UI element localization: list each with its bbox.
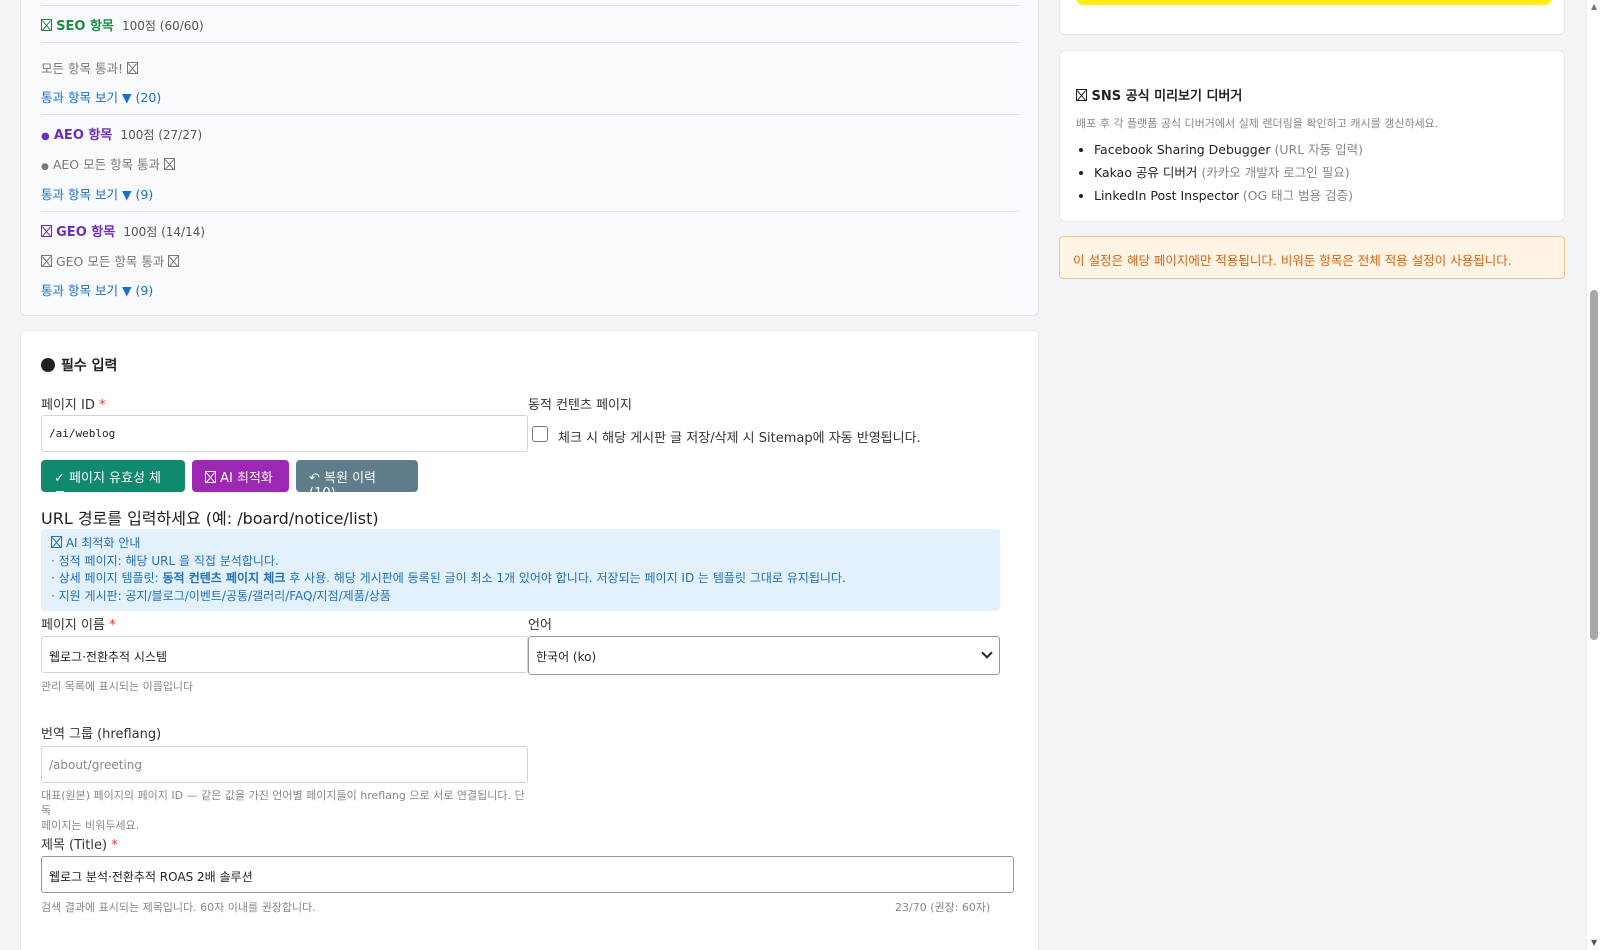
geo-toggle-passed[interactable]: 통과 항목 보기 ▼ (9) — [41, 280, 153, 299]
dynamic-content-label: 동적 컨텐츠 페이지 — [528, 398, 632, 413]
sns-desc: 배포 후 각 플랫폼 공식 디버거에서 실제 렌더링을 확인하고 캐시를 갱신하… — [1076, 117, 1439, 130]
required-input-form: 필수 입력 페이지 ID * /ai/weblog 동적 컨텐츠 페이지 체크 … — [20, 330, 1039, 950]
aeo-section-header: ● AEO 항목 100점 (27/27) — [41, 124, 202, 143]
restore-history-button[interactable]: ↶ 복원 이력 (10) — [296, 460, 418, 501]
seo-icon — [41, 19, 52, 31]
robot-icon: ● — [41, 162, 49, 172]
ai-info-box: AI 최적화 안내 · 정적 페이지: 해당 URL 을 직접 분석합니다. ·… — [41, 529, 1000, 611]
aeo-message: ● AEO 모든 항목 통과 — [41, 154, 176, 173]
kakao-share-button[interactable] — [1076, 0, 1552, 5]
vertical-scrollbar[interactable]: ▲ ▼ — [1586, 0, 1600, 950]
seo-title: SEO 항목 — [56, 19, 114, 34]
scrollbar-thumb[interactable] — [1590, 290, 1598, 640]
chevron-down-icon — [981, 647, 993, 659]
dynamic-content-desc: 체크 시 해당 게시판 글 저장/삭제 시 Sitemap에 자동 반영됩니다. — [558, 431, 921, 446]
sns-debugger-card: SNS 공식 미리보기 디버거 배포 후 각 플랫폼 공식 디버거에서 실제 렌… — [1059, 50, 1565, 222]
geo-message: GEO 모든 항목 통과 — [41, 251, 180, 270]
geo-score: 100점 (14/14) — [123, 225, 206, 239]
aeo-title: AEO 항목 — [53, 128, 113, 143]
triangle-down-icon: ▼ — [121, 283, 132, 298]
info-title: AI 최적화 안내 — [51, 535, 990, 553]
triangle-down-icon: ▼ — [121, 90, 132, 105]
search-icon — [1076, 89, 1087, 101]
aeo-toggle-passed[interactable]: 통과 항목 보기 ▼ (9) — [41, 184, 153, 203]
scroll-up-icon[interactable]: ▲ — [1591, 2, 1597, 11]
page-id-label: 페이지 ID * — [41, 398, 106, 413]
info-line: · 정적 페이지: 해당 URL 을 직접 분석합니다. — [51, 553, 279, 568]
bullet-icon — [41, 358, 55, 372]
page-name-input[interactable]: 웹로그·전환추적 시스템 — [41, 636, 528, 673]
dynamic-content-checkbox[interactable] — [532, 426, 548, 442]
sns-link-facebook[interactable]: Facebook Sharing Debugger (URL 자동 입력) — [1094, 139, 1363, 158]
status-icon — [126, 62, 138, 74]
language-label: 언어 — [528, 618, 552, 633]
page-setting-notice: 이 설정은 해당 페이지에만 적용됩니다. 비워둔 항목은 전체 적용 설정이 … — [1059, 236, 1565, 279]
seo-score: 100점 (60/60) — [122, 19, 204, 33]
divider — [41, 114, 1020, 115]
sparkle-icon — [205, 471, 216, 483]
check-results-panel: SEO 항목 100점 (60/60) 모든 항목 통과! 통과 항목 보기 ▼… — [20, 0, 1039, 316]
language-select[interactable]: 한국어 (ko) — [528, 636, 1000, 675]
sns-link-kakao[interactable]: Kakao 공유 디버거 (카카오 개발자 로그인 필요) — [1094, 162, 1363, 181]
globe-icon — [41, 255, 52, 267]
sns-link-list: Facebook Sharing Debugger (URL 자동 입력) Ka… — [1060, 139, 1363, 208]
title-input[interactable]: 웹로그 분석·전환추적 ROAS 2배 솔루션 — [41, 856, 1014, 893]
seo-toggle-passed[interactable]: 통과 항목 보기 ▼ (20) — [41, 87, 161, 106]
validate-page-button[interactable]: ✓ 페이지 유효성 체크 — [41, 460, 185, 505]
hreflang-input[interactable]: /about/greeting — [41, 746, 528, 783]
page-name-label: 페이지 이름 * — [41, 618, 116, 633]
hreflang-label: 번역 그룹 (hreflang) — [41, 727, 162, 742]
geo-title: GEO 항목 — [56, 225, 116, 240]
robot-icon: ● — [41, 131, 50, 142]
right-top-card — [1059, 0, 1565, 35]
scroll-down-icon[interactable]: ▼ — [1591, 938, 1597, 947]
globe-icon — [41, 225, 52, 237]
seo-message: 모든 항목 통과! — [41, 58, 138, 77]
info-line: · 상세 페이지 템플릿: 동적 컨텐츠 페이지 체크 후 사용. 해당 게시판… — [51, 571, 846, 585]
aeo-score: 100점 (27/27) — [120, 128, 203, 142]
ai-optimize-button[interactable]: AI 최적화 — [192, 460, 289, 492]
divider — [41, 5, 1020, 6]
page-id-input[interactable]: /ai/weblog — [41, 415, 528, 452]
triangle-down-icon: ▼ — [121, 187, 132, 202]
hreflang-help: 대표(원본) 페이지의 페이지 ID — 같은 값을 가진 언어별 페이지들이 … — [41, 789, 525, 832]
divider — [41, 211, 1020, 212]
title-counter: 23/70 (권장: 60자) — [895, 901, 991, 914]
seo-section-header: SEO 항목 100점 (60/60) — [41, 15, 204, 34]
page-name-help: 관리 목록에 표시되는 이름입니다 — [41, 680, 194, 693]
sns-link-linkedin[interactable]: LinkedIn Post Inspector (OG 태그 범용 검증) — [1094, 185, 1363, 204]
status-icon — [168, 255, 180, 267]
section-title: 필수 입력 — [41, 355, 117, 375]
title-label: 제목 (Title) * — [41, 838, 118, 853]
url-heading: URL 경로를 입력하세요 (예: /board/notice/list) — [41, 509, 379, 528]
divider — [41, 42, 1020, 43]
info-icon — [51, 536, 62, 548]
title-help: 검색 결과에 표시되는 제목입니다. 60자 이내를 권장합니다. — [41, 901, 316, 914]
info-line: · 지원 게시판: 공지/블로그/이벤트/공통/갤러리/FAQ/지점/제품/상품 — [51, 588, 391, 603]
geo-section-header: GEO 항목 100점 (14/14) — [41, 221, 205, 240]
sns-title: SNS 공식 미리보기 디버거 — [1076, 85, 1242, 104]
status-icon — [164, 158, 176, 170]
